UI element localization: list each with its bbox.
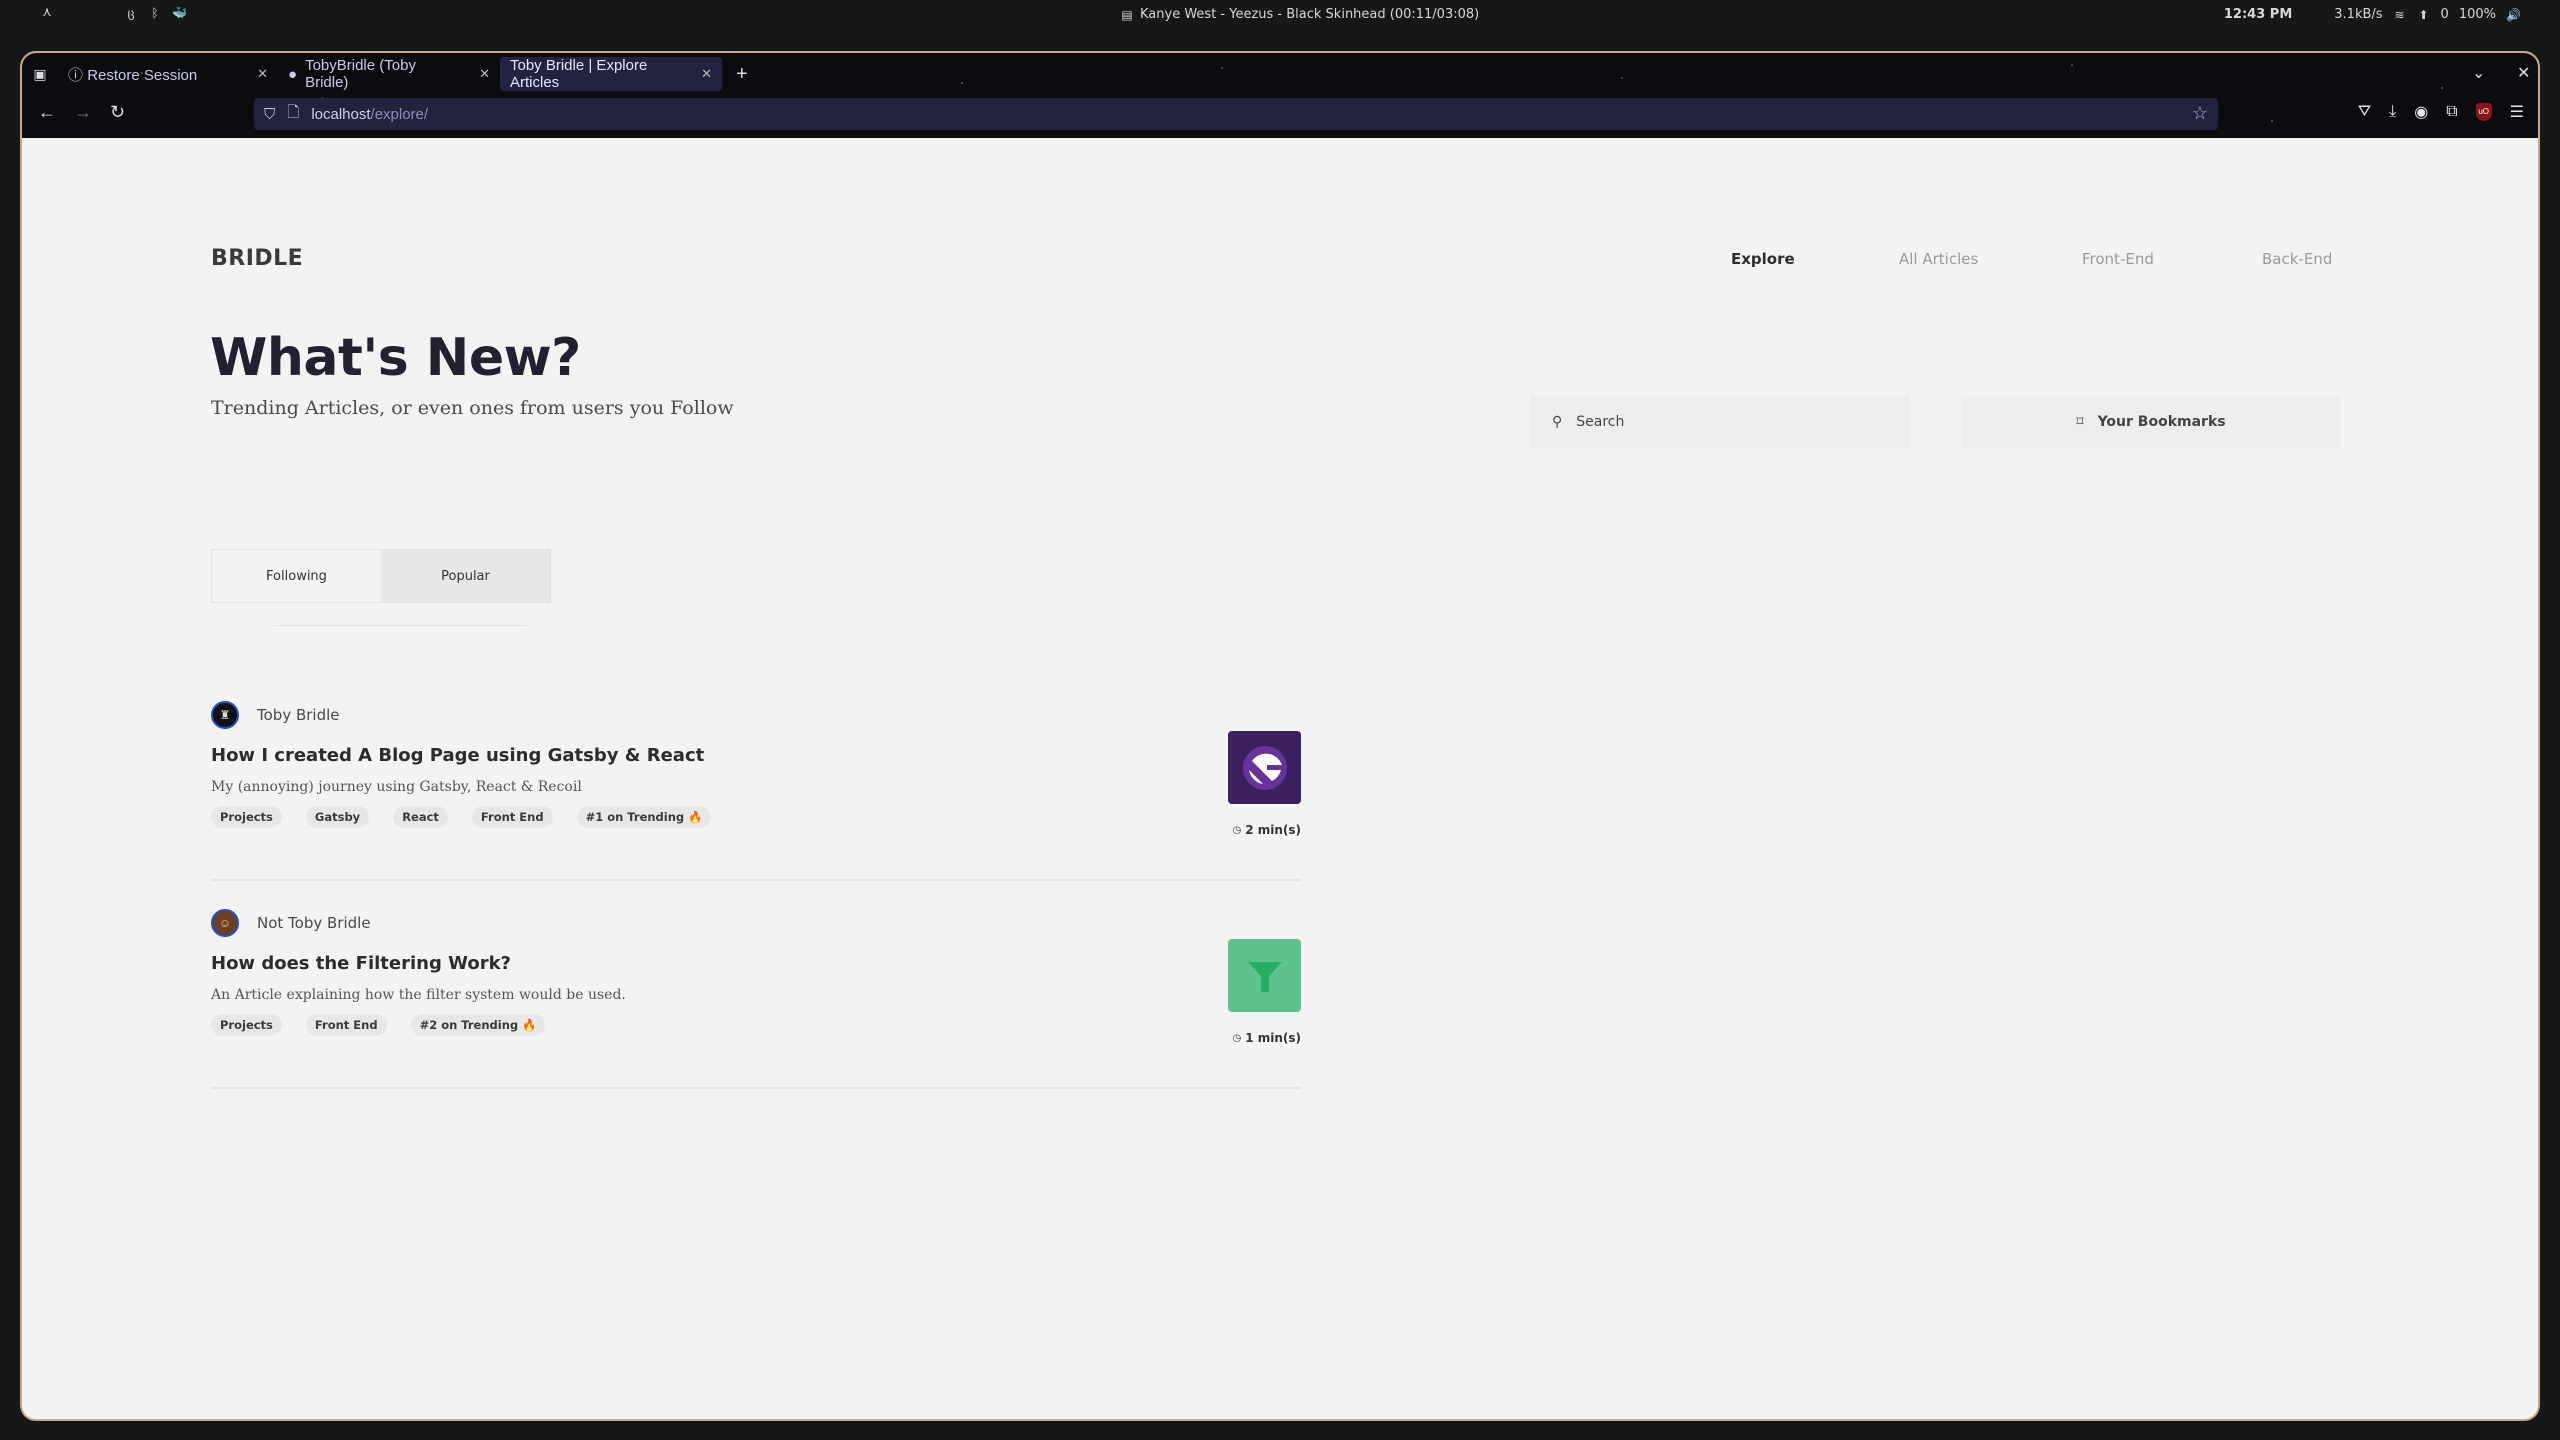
search-input[interactable]: ⚲ Search xyxy=(1530,396,1910,448)
menu-icon[interactable]: ☰ xyxy=(2510,102,2524,122)
search-placeholder: Search xyxy=(1576,414,1625,430)
close-tab-icon[interactable]: ✕ xyxy=(479,66,490,82)
tag[interactable]: Front End xyxy=(471,806,553,828)
tab-restore-session[interactable]: ⓘ Restore Session ✕ xyxy=(58,57,278,91)
volume-icon[interactable]: 🔊 xyxy=(2506,8,2521,22)
avatar: ♜ xyxy=(211,701,239,729)
article-tags: Projects Front End #2 on Trending 🔥 xyxy=(211,1014,546,1036)
browser-window: ▣ ⓘ Restore Session ✕ ● TobyBridle (Toby… xyxy=(20,51,2540,1421)
updates-count: 0 xyxy=(2440,7,2449,22)
account-icon[interactable]: ◉ xyxy=(2414,102,2428,122)
read-time: ◷ 1 min(s) xyxy=(1232,1031,1301,1045)
info-icon: ⓘ xyxy=(68,66,84,84)
clock-icon: ◷ xyxy=(1232,1032,1242,1044)
tag[interactable]: Gatsby xyxy=(305,806,370,828)
nav-explore[interactable]: Explore xyxy=(1731,250,1795,268)
article-author[interactable]: ☺ Not Toby Bridle xyxy=(211,909,371,937)
nav-back-end[interactable]: Back-End xyxy=(2262,250,2332,268)
article-card[interactable]: ☺ Not Toby Bridle How does the Filtering… xyxy=(211,909,1301,1089)
now-playing[interactable]: ▤ Kanye West - Yeezus - Black Skinhead (… xyxy=(1120,7,1479,22)
new-tab-button[interactable]: + xyxy=(736,63,748,86)
volume-level: 100% xyxy=(2458,7,2496,22)
nav-front-end[interactable]: Front-End xyxy=(2082,250,2154,268)
tab-github[interactable]: ● TobyBridle (Toby Bridle) ✕ xyxy=(278,57,500,91)
article-title[interactable]: How does the Filtering Work? xyxy=(211,953,511,974)
article-tags: Projects Gatsby React Front End #1 on Tr… xyxy=(211,806,712,828)
now-playing-text: Kanye West - Yeezus - Black Skinhead (00… xyxy=(1140,7,1480,22)
forward-button[interactable]: → xyxy=(74,102,92,123)
back-button[interactable]: ← xyxy=(38,102,56,123)
article-title[interactable]: How I created A Blog Page using Gatsby &… xyxy=(211,745,704,766)
close-tab-icon[interactable]: ✕ xyxy=(257,66,268,82)
reload-button[interactable]: ↻ xyxy=(110,102,125,123)
url-host: localhost xyxy=(311,105,371,123)
popular-tab[interactable]: Popular xyxy=(381,550,550,602)
author-name: Not Toby Bridle xyxy=(257,914,371,932)
page-subtitle: Trending Articles, or even ones from use… xyxy=(211,397,734,419)
article-card[interactable]: ♜ Toby Bridle How I created A Blog Page … xyxy=(211,701,1301,881)
list-all-tabs-icon[interactable]: ⌄ xyxy=(2472,63,2485,83)
close-window-icon[interactable]: ✕ xyxy=(2517,63,2530,83)
article-description: My (annoying) journey using Gatsby, Reac… xyxy=(211,779,582,795)
read-time-value: 1 min(s) xyxy=(1245,1031,1301,1045)
bookmarks-label: Your Bookmarks xyxy=(2097,414,2226,430)
article-author[interactable]: ♜ Toby Bridle xyxy=(211,701,340,729)
music-player-icon: ▤ xyxy=(1121,7,1133,22)
article-description: An Article explaining how the filter sys… xyxy=(211,987,626,1003)
trending-tag[interactable]: #2 on Trending 🔥 xyxy=(410,1014,546,1036)
read-time-value: 2 min(s) xyxy=(1245,823,1301,837)
trending-tag[interactable]: #1 on Trending 🔥 xyxy=(576,806,712,828)
author-name: Toby Bridle xyxy=(257,706,340,724)
tab-label: Restore Session xyxy=(87,66,198,84)
page-title: What's New? xyxy=(210,328,581,388)
filter-funnel-icon xyxy=(1247,961,1282,992)
url-bar[interactable]: ⛉ 🗋 localhost/explore/ ☆ xyxy=(254,98,2218,130)
tag[interactable]: Projects xyxy=(211,1014,282,1036)
browser-chrome: ▣ ⓘ Restore Session ✕ ● TobyBridle (Toby… xyxy=(22,53,2538,138)
bluetooth-icon[interactable]: ᛒ xyxy=(148,6,162,20)
network-speed: 3.1kB/s xyxy=(2334,7,2383,22)
following-tab[interactable]: Following xyxy=(212,550,381,602)
system-top-bar: ⋏ ც ᛒ 🐳 ▤ Kanye West - Yeezus - Black Sk… xyxy=(0,0,2560,30)
toggle-divider xyxy=(274,625,527,626)
tab-explore-articles[interactable]: Toby Bridle | Explore Articles ✕ xyxy=(500,57,722,91)
navigation-toolbar: ← → ↻ ⛉ 🗋 localhost/explore/ ☆ ⛛ ⤓ ◉ ⧉ u… xyxy=(22,98,2538,132)
article-thumbnail[interactable] xyxy=(1228,731,1301,804)
updates-icon[interactable]: ⬆ xyxy=(2417,8,2431,22)
avatar: ☺ xyxy=(211,909,239,937)
clock-icon: ◷ xyxy=(1232,824,1242,836)
bookmark-star-icon[interactable]: ☆ xyxy=(2192,103,2208,124)
ublock-origin-icon[interactable]: uO xyxy=(2475,103,2492,121)
bookmarks-button[interactable]: ⌑ Your Bookmarks xyxy=(1961,396,2341,448)
clock[interactable]: 12:43 PM xyxy=(2224,7,2292,22)
tag[interactable]: Projects xyxy=(211,806,282,828)
page-content: BRIDLE Explore All Articles Front-End Ba… xyxy=(22,138,2538,1419)
wifi-icon[interactable]: ≋ xyxy=(2393,8,2407,22)
extensions-icon[interactable]: ⧉ xyxy=(2446,103,2457,121)
feed-toggle: Following Popular xyxy=(211,549,551,603)
arch-launcher-icon[interactable]: ⋏ xyxy=(40,6,54,20)
gatsby-logo-icon xyxy=(1242,745,1287,790)
downloads-icon[interactable]: ⤓ xyxy=(2389,103,2396,121)
docker-icon[interactable]: 🐳 xyxy=(172,6,187,20)
bookmark-icon: ⌑ xyxy=(2076,414,2084,430)
github-icon: ● xyxy=(288,65,298,83)
tag[interactable]: React xyxy=(393,806,448,828)
tab-label: TobyBridle (Toby Bridle) xyxy=(305,57,416,91)
tab-label: Toby Bridle | Explore Articles xyxy=(510,57,648,91)
pocket-icon[interactable]: ⛛ xyxy=(2358,103,2371,121)
search-icon: ⚲ xyxy=(1552,414,1563,430)
tab-overview-icon[interactable]: ▣ xyxy=(22,66,58,83)
site-logo[interactable]: BRIDLE xyxy=(211,246,303,271)
tracking-protection-icon[interactable]: ⛉ xyxy=(264,106,275,123)
system-tray-icon[interactable]: ც xyxy=(124,6,138,20)
tag[interactable]: Front End xyxy=(305,1014,387,1036)
tab-strip: ▣ ⓘ Restore Session ✕ ● TobyBridle (Toby… xyxy=(22,57,748,91)
nav-all-articles[interactable]: All Articles xyxy=(1899,250,1978,268)
page-info-icon[interactable]: 🗋 xyxy=(287,102,299,127)
read-time: ◷ 2 min(s) xyxy=(1232,823,1301,837)
url-path: /explore/ xyxy=(370,105,429,123)
close-tab-icon[interactable]: ✕ xyxy=(701,66,712,82)
article-thumbnail[interactable] xyxy=(1228,939,1301,1012)
